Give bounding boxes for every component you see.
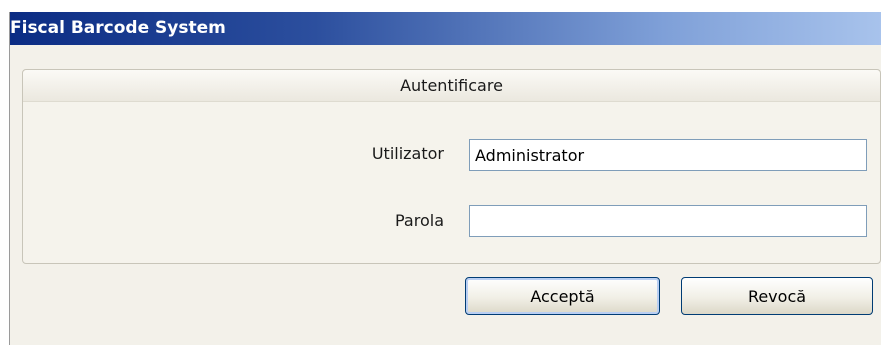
password-label: Parola — [395, 211, 444, 230]
password-input[interactable] — [469, 205, 867, 237]
authentication-group-header: Autentificare — [23, 70, 880, 102]
window-titlebar[interactable]: Fiscal Barcode System — [10, 12, 881, 45]
authentication-group-title: Autentificare — [400, 76, 503, 95]
login-window: Fiscal Barcode System Autentificare Util… — [9, 12, 881, 345]
accept-button[interactable]: Acceptă — [465, 277, 660, 315]
authentication-group: Autentificare Utilizator Parola — [22, 69, 881, 264]
window-title: Fiscal Barcode System — [10, 18, 226, 38]
username-label: Utilizator — [371, 144, 444, 163]
cancel-button[interactable]: Revocă — [681, 277, 873, 315]
username-input[interactable] — [469, 139, 867, 171]
